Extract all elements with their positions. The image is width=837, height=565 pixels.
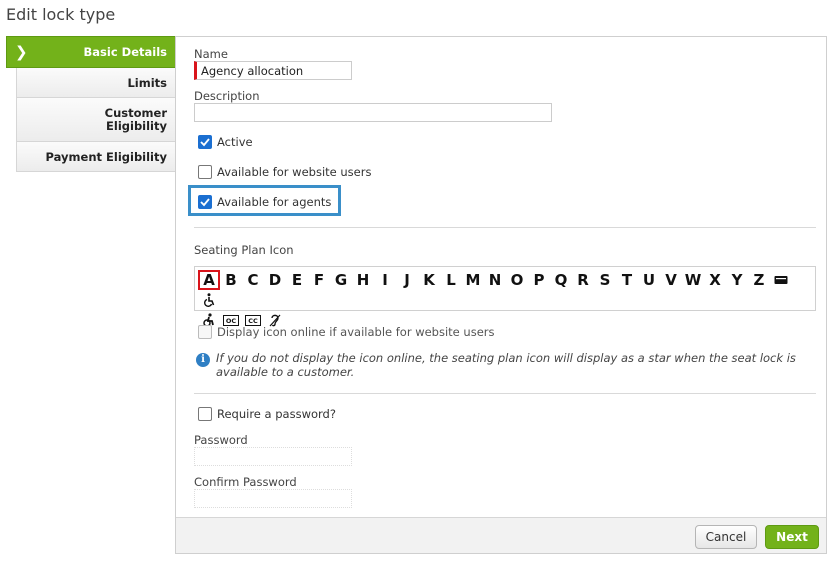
require-password-label: Require a password? bbox=[217, 407, 336, 421]
basic-details-panel: Name Description Active Available for we… bbox=[175, 36, 827, 554]
seating-icon-letter[interactable]: U bbox=[638, 270, 660, 290]
agents-checkbox[interactable] bbox=[198, 195, 212, 209]
sidebar-item-basic-details[interactable]: ❯ Basic Details bbox=[6, 36, 186, 68]
seating-plan-icon-picker: ABCDEFGHIJKLMNOPQRSTUVWXYZ OC CC bbox=[194, 266, 816, 327]
wheelchair-icon[interactable] bbox=[198, 290, 220, 310]
info-icon: i bbox=[196, 353, 210, 367]
website-users-checkbox[interactable] bbox=[198, 165, 212, 179]
sidebar-item-label: Payment Eligibility bbox=[45, 149, 167, 164]
website-users-label: Available for website users bbox=[217, 165, 372, 179]
checkmark-icon bbox=[200, 198, 210, 207]
seating-icon-letter[interactable]: M bbox=[462, 270, 484, 290]
seating-icon-letter[interactable]: G bbox=[330, 270, 352, 290]
seating-icon-letter[interactable]: T bbox=[616, 270, 638, 290]
seating-icon-letter[interactable]: Y bbox=[726, 270, 748, 290]
display-online-checkbox[interactable] bbox=[198, 325, 212, 339]
cancel-button[interactable]: Cancel bbox=[695, 525, 757, 549]
seating-icon-letter[interactable]: K bbox=[418, 270, 440, 290]
website-users-checkbox-row[interactable]: Available for website users bbox=[198, 165, 371, 179]
sidebar-item-limits[interactable]: Limits bbox=[16, 68, 176, 98]
seating-icon-letter[interactable]: B bbox=[220, 270, 242, 290]
display-online-checkbox-row[interactable]: Display icon online if available for web… bbox=[198, 325, 495, 339]
display-online-label: Display icon online if available for web… bbox=[217, 325, 495, 339]
name-input[interactable] bbox=[194, 61, 352, 80]
confirm-password-label: Confirm Password bbox=[194, 475, 297, 489]
info-message: If you do not display the icon online, t… bbox=[216, 351, 796, 379]
sidebar-item-payment-eligibility[interactable]: Payment Eligibility bbox=[16, 142, 176, 172]
password-input[interactable] bbox=[194, 447, 352, 466]
checkmark-icon bbox=[200, 138, 210, 147]
seating-icon-letter[interactable]: Q bbox=[550, 270, 572, 290]
seating-icon-letter[interactable]: Z bbox=[748, 270, 770, 290]
seating-icon-letter[interactable]: D bbox=[264, 270, 286, 290]
sidebar-nav: ❯ Basic Details Limits Customer Eligibil… bbox=[6, 36, 187, 172]
divider bbox=[194, 227, 816, 228]
description-input[interactable] bbox=[194, 103, 552, 122]
divider bbox=[194, 393, 816, 394]
letter-icon-list: ABCDEFGHIJKLMNOPQRSTUVWXYZ bbox=[198, 270, 813, 310]
seating-icon-letter[interactable]: L bbox=[440, 270, 462, 290]
seating-icon-letter[interactable]: O bbox=[506, 270, 528, 290]
agents-checkbox-row[interactable]: Available for agents bbox=[198, 195, 331, 209]
require-password-checkbox-row[interactable]: Require a password? bbox=[198, 407, 336, 421]
form-footer: Cancel Next bbox=[176, 517, 826, 553]
name-label: Name bbox=[194, 47, 228, 61]
ticket-icon[interactable] bbox=[770, 270, 792, 290]
svg-text:OC: OC bbox=[226, 317, 237, 325]
seating-icon-letter[interactable]: P bbox=[528, 270, 550, 290]
active-checkbox-row[interactable]: Active bbox=[198, 135, 253, 149]
seating-icon-letter[interactable]: X bbox=[704, 270, 726, 290]
description-label: Description bbox=[194, 89, 260, 103]
seating-icon-letter[interactable]: R bbox=[572, 270, 594, 290]
sidebar-item-label: Customer Eligibility bbox=[104, 105, 167, 133]
sidebar-item-customer-eligibility[interactable]: Customer Eligibility bbox=[16, 98, 176, 142]
seating-plan-icon-label: Seating Plan Icon bbox=[194, 243, 294, 257]
confirm-password-input[interactable] bbox=[194, 489, 352, 508]
seating-icon-letter[interactable]: F bbox=[308, 270, 330, 290]
sidebar-item-label: Basic Details bbox=[83, 45, 167, 59]
sidebar-item-label: Limits bbox=[127, 75, 167, 90]
seating-icon-letter[interactable]: N bbox=[484, 270, 506, 290]
active-checkbox[interactable] bbox=[198, 135, 212, 149]
require-password-checkbox[interactable] bbox=[198, 407, 212, 421]
next-button[interactable]: Next bbox=[765, 525, 819, 549]
seating-icon-letter[interactable]: V bbox=[660, 270, 682, 290]
seating-icon-letter[interactable]: J bbox=[396, 270, 418, 290]
svg-text:CC: CC bbox=[248, 317, 258, 325]
chevron-right-icon: ❯ bbox=[15, 43, 28, 61]
agents-label: Available for agents bbox=[217, 195, 332, 209]
seating-icon-letter[interactable]: E bbox=[286, 270, 308, 290]
seating-icon-letter[interactable]: H bbox=[352, 270, 374, 290]
seating-icon-letter[interactable]: C bbox=[242, 270, 264, 290]
seating-icon-letter[interactable]: S bbox=[594, 270, 616, 290]
password-label: Password bbox=[194, 433, 248, 447]
seating-icon-letter[interactable]: I bbox=[374, 270, 396, 290]
active-label: Active bbox=[217, 135, 253, 149]
seating-icon-letter[interactable]: W bbox=[682, 270, 704, 290]
page-title: Edit lock type bbox=[6, 5, 116, 24]
seating-icon-letter[interactable]: A bbox=[198, 270, 220, 290]
